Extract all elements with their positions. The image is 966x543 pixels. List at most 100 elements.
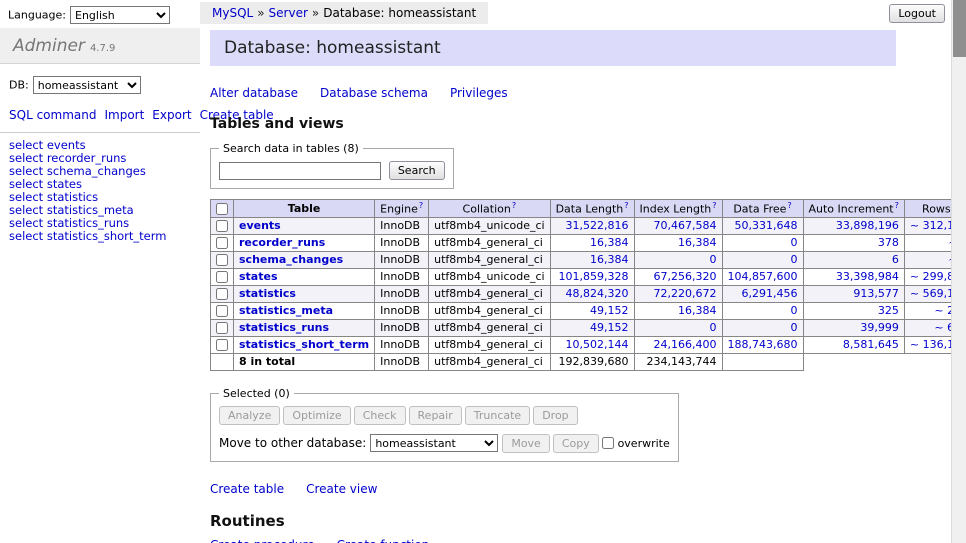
table-link[interactable]: recorder_runs <box>239 236 325 249</box>
data-free-value[interactable]: 0 <box>791 253 798 266</box>
data-length-value[interactable]: 101,859,328 <box>559 270 629 283</box>
row-checkbox[interactable] <box>216 322 228 334</box>
row-checkbox[interactable] <box>216 237 228 249</box>
row-checkbox[interactable] <box>216 305 228 317</box>
engine-cell: InnoDB <box>375 268 429 285</box>
engine-cell: InnoDB <box>375 251 429 268</box>
row-checkbox[interactable] <box>216 288 228 300</box>
select-all-checkbox[interactable] <box>216 203 228 215</box>
table-link[interactable]: statistics_short_term <box>239 338 369 351</box>
help-link[interactable]: ? <box>712 201 716 210</box>
data-free-value[interactable]: 104,857,600 <box>728 270 798 283</box>
auto-increment-value[interactable]: 33,898,196 <box>836 219 899 232</box>
total-engine: InnoDB <box>375 353 429 370</box>
data-free-value[interactable]: 0 <box>791 236 798 249</box>
index-length-value[interactable]: 16,384 <box>678 304 717 317</box>
search-fieldset: Search data in tables (8) Search <box>210 142 454 189</box>
index-length-value[interactable]: 70,467,584 <box>654 219 717 232</box>
table-link[interactable]: schema_changes <box>239 253 343 266</box>
data-length-value[interactable]: 49,152 <box>590 304 629 317</box>
logout-button[interactable]: Logout <box>889 4 945 23</box>
collation-cell: utf8mb4_general_ci <box>429 319 550 336</box>
help-link[interactable]: ? <box>624 201 628 210</box>
rows-value[interactable]: ~ 628 <box>934 321 951 334</box>
check-button[interactable]: Check <box>354 406 406 425</box>
create-procedure-link[interactable]: Create procedure <box>210 538 315 543</box>
table-link[interactable]: events <box>239 219 281 232</box>
overwrite-checkbox[interactable] <box>602 437 614 449</box>
auto-increment-value[interactable]: 6 <box>892 253 899 266</box>
engine-cell: InnoDB <box>375 234 429 251</box>
alter-database-link[interactable]: Alter database <box>210 86 298 100</box>
data-length-value[interactable]: 16,384 <box>590 253 629 266</box>
sidebar-item-select-statistics-short-term[interactable]: select statistics_short_term <box>9 230 200 243</box>
drop-button[interactable]: Drop <box>533 406 577 425</box>
help-link[interactable]: ? <box>787 201 791 210</box>
row-checkbox[interactable] <box>216 220 228 232</box>
auto-increment-value[interactable]: 39,999 <box>860 321 899 334</box>
index-length-value[interactable]: 16,384 <box>678 236 717 249</box>
help-link[interactable]: ? <box>419 201 423 210</box>
rows-value[interactable]: ~ 312,180 <box>910 219 951 232</box>
rows-value[interactable]: ~ 136,108 <box>910 338 951 351</box>
data-free-value[interactable]: 0 <box>791 321 798 334</box>
import-link[interactable]: Import <box>104 108 144 122</box>
copy-button[interactable]: Copy <box>553 434 599 453</box>
help-link[interactable]: ? <box>512 201 516 210</box>
export-link[interactable]: Export <box>152 108 191 122</box>
auto-increment-value[interactable]: 325 <box>878 304 899 317</box>
table-row: statistics InnoDB utf8mb4_general_ci 48,… <box>211 285 952 302</box>
scrollbar-thumb[interactable] <box>953 0 966 57</box>
rows-value[interactable]: ~ 569,159 <box>910 287 951 300</box>
table-link[interactable]: statistics_meta <box>239 304 333 317</box>
truncate-button[interactable]: Truncate <box>465 406 530 425</box>
rows-value[interactable]: ~ 299,833 <box>910 270 951 283</box>
rows-value[interactable]: ~ 244 <box>934 304 951 317</box>
data-length-value[interactable]: 31,522,816 <box>566 219 629 232</box>
breadcrumb-link-server[interactable]: Server <box>269 6 308 20</box>
index-length-value[interactable]: 72,220,672 <box>654 287 717 300</box>
table-link[interactable]: statistics_runs <box>239 321 329 334</box>
move-database-select[interactable]: homeassistant <box>370 434 498 452</box>
data-length-value[interactable]: 48,824,320 <box>566 287 629 300</box>
sql-command-link[interactable]: SQL command <box>9 108 96 122</box>
repair-button[interactable]: Repair <box>409 406 462 425</box>
language-select[interactable]: English <box>70 6 170 24</box>
move-button[interactable]: Move <box>502 434 550 453</box>
table-row: statistics_meta InnoDB utf8mb4_general_c… <box>211 302 952 319</box>
column-header-index-length: Index Length? <box>634 200 722 218</box>
auto-increment-value[interactable]: 913,577 <box>853 287 899 300</box>
create-function-link[interactable]: Create function <box>337 538 430 543</box>
data-length-value[interactable]: 10,502,144 <box>566 338 629 351</box>
db-select[interactable]: homeassistant <box>33 76 141 94</box>
index-length-value[interactable]: 24,166,400 <box>654 338 717 351</box>
database-schema-link[interactable]: Database schema <box>320 86 428 100</box>
row-checkbox[interactable] <box>216 254 228 266</box>
data-free-value[interactable]: 50,331,648 <box>735 219 798 232</box>
table-link[interactable]: states <box>239 270 278 283</box>
data-free-value[interactable]: 0 <box>791 304 798 317</box>
data-free-value[interactable]: 6,291,456 <box>742 287 798 300</box>
index-length-value[interactable]: 67,256,320 <box>654 270 717 283</box>
breadcrumb-link-mysql[interactable]: MySQL <box>212 6 253 20</box>
row-checkbox[interactable] <box>216 339 228 351</box>
auto-increment-value[interactable]: 33,398,984 <box>836 270 899 283</box>
vertical-scrollbar[interactable] <box>951 0 966 543</box>
row-checkbox[interactable] <box>216 271 228 283</box>
search-button[interactable]: Search <box>389 161 445 180</box>
search-input[interactable] <box>219 162 381 180</box>
index-length-value[interactable]: 0 <box>710 321 717 334</box>
help-link[interactable]: ? <box>895 201 899 210</box>
data-length-value[interactable]: 16,384 <box>590 236 629 249</box>
privileges-link[interactable]: Privileges <box>450 86 508 100</box>
data-free-value[interactable]: 188,743,680 <box>728 338 798 351</box>
analyze-button[interactable]: Analyze <box>219 406 280 425</box>
auto-increment-value[interactable]: 378 <box>878 236 899 249</box>
create-table-link-main[interactable]: Create table <box>210 482 284 496</box>
data-length-value[interactable]: 49,152 <box>590 321 629 334</box>
create-view-link[interactable]: Create view <box>306 482 377 496</box>
table-link[interactable]: statistics <box>239 287 296 300</box>
index-length-value[interactable]: 0 <box>710 253 717 266</box>
optimize-button[interactable]: Optimize <box>283 406 350 425</box>
auto-increment-value[interactable]: 8,581,645 <box>843 338 899 351</box>
